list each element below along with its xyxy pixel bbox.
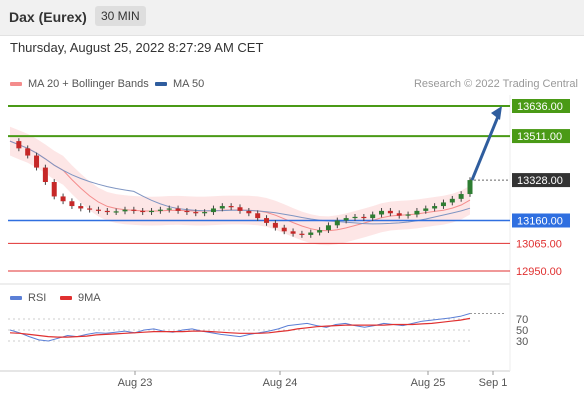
candle-body xyxy=(396,213,402,216)
candle-body xyxy=(440,202,446,207)
candle-body xyxy=(299,233,305,235)
candle-body xyxy=(405,214,411,216)
candle-body xyxy=(202,212,208,214)
rsi-tick-label: 50 xyxy=(516,325,528,337)
level-label: 13328.00 xyxy=(517,175,563,187)
candle-body xyxy=(370,214,376,219)
candle-body xyxy=(34,155,40,168)
candle-body xyxy=(432,206,438,209)
candle-body xyxy=(219,206,225,209)
rsi-tick-label: 70 xyxy=(516,314,528,326)
rsi-9ma-line xyxy=(9,317,471,338)
level-13511.00: 13511.00 xyxy=(8,129,570,144)
candle-body xyxy=(423,208,429,211)
candle-body xyxy=(69,201,75,207)
candle-body xyxy=(272,222,278,228)
candle-body xyxy=(60,196,66,202)
candle-body xyxy=(343,218,349,221)
level-12950.00: 12950.00 xyxy=(8,266,562,278)
candle-body xyxy=(290,231,296,234)
candle-body xyxy=(149,210,155,213)
candle-body xyxy=(16,141,22,149)
candle-body xyxy=(210,208,216,213)
candle-body xyxy=(184,210,190,213)
x-tick-label: Aug 25 xyxy=(411,377,446,389)
candle-body xyxy=(255,213,261,219)
candle-body xyxy=(237,207,243,211)
candle-body xyxy=(387,210,393,214)
candle-body xyxy=(228,206,234,208)
x-tick-label: Aug 23 xyxy=(118,377,153,389)
candle-body xyxy=(458,194,464,199)
x-tick-label: Aug 24 xyxy=(263,377,298,389)
x-tick-label: Sep 1 xyxy=(479,377,508,389)
candle-body xyxy=(104,210,110,213)
candle-body xyxy=(467,180,473,195)
candle-body xyxy=(246,210,252,214)
candle-body xyxy=(361,216,367,219)
candle-body xyxy=(166,208,172,210)
level-13065.00: 13065.00 xyxy=(8,238,562,250)
candle-body xyxy=(449,198,455,203)
level-label: 13636.00 xyxy=(517,101,563,113)
candle-body xyxy=(325,225,331,231)
candle-body xyxy=(334,220,340,226)
level-13328.00: 13328.00 xyxy=(470,173,570,188)
candle-body xyxy=(175,208,181,211)
level-13636.00: 13636.00 xyxy=(8,99,570,113)
candle-body xyxy=(317,230,323,233)
level-label: 12950.00 xyxy=(516,266,562,278)
level-label: 13511.00 xyxy=(517,131,562,143)
candle-body xyxy=(379,210,385,215)
candle-body xyxy=(193,212,199,214)
price-chart: 13636.00 13511.00 13328.00 13160.00 13065.00… xyxy=(0,95,570,389)
candle-body xyxy=(113,211,119,213)
forecast-arrow-shaft xyxy=(470,113,501,181)
candle-body xyxy=(122,209,128,212)
level-label: 13160.00 xyxy=(517,215,563,227)
candle-body xyxy=(25,148,31,156)
candle-body xyxy=(157,209,163,211)
level-label: 13065.00 xyxy=(516,238,562,250)
candle-body xyxy=(78,206,84,209)
candle-body xyxy=(281,227,287,232)
candle-body xyxy=(264,218,270,223)
candle-body xyxy=(87,208,93,210)
candle-body xyxy=(414,210,420,215)
rsi-tick-label: 30 xyxy=(516,336,528,348)
candle-body xyxy=(95,209,101,211)
candle-body xyxy=(352,216,358,219)
candle-body xyxy=(42,167,48,183)
candle-body xyxy=(308,232,314,235)
candle-body xyxy=(131,209,137,211)
candle-body xyxy=(51,182,57,197)
candle-body xyxy=(140,210,146,213)
